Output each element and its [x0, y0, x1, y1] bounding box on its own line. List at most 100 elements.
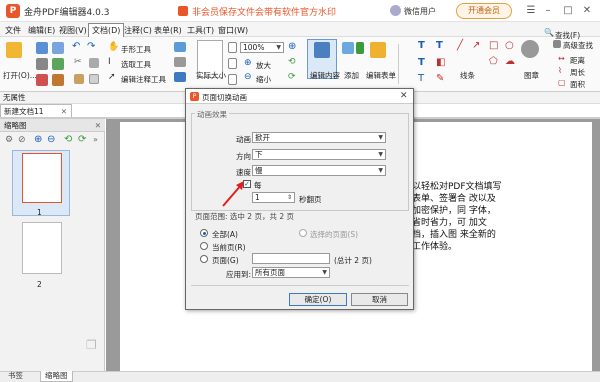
advanced-find-icon[interactable]: [553, 40, 561, 48]
menu-comment[interactable]: 注释(C): [124, 25, 152, 36]
menu-tools[interactable]: 工具(T): [187, 25, 214, 36]
strikeout-icon[interactable]: T: [418, 73, 424, 84]
speed-select[interactable]: 慢 ▼: [252, 165, 386, 176]
direction-select[interactable]: 下 ▼: [252, 149, 386, 160]
callout-icon[interactable]: ◧: [436, 57, 445, 68]
thumbnail-page-1[interactable]: [22, 153, 62, 203]
find-arrow-icon[interactable]: 🔍: [544, 28, 554, 37]
dialog-close-icon[interactable]: ✕: [400, 91, 408, 101]
range-current-label[interactable]: 当前页(R): [212, 242, 246, 253]
text-tool-icon[interactable]: T: [418, 40, 425, 51]
save-as-icon[interactable]: [52, 42, 64, 54]
zoom-out-button[interactable]: 缩小: [256, 74, 271, 85]
image-icon[interactable]: [342, 42, 354, 54]
range-all-radio[interactable]: [200, 229, 208, 237]
range-selected-radio[interactable]: [299, 229, 307, 237]
menu-window[interactable]: 窗口(W): [218, 25, 248, 36]
minimize-icon[interactable]: –: [543, 5, 553, 16]
range-pages-label[interactable]: 页面(G): [212, 255, 239, 266]
email-icon[interactable]: [36, 74, 48, 86]
watermark-warning[interactable]: 非会员保存文件会带有软件官方水印: [178, 5, 336, 18]
open-folder-icon[interactable]: [6, 42, 22, 58]
edit-annotation-button[interactable]: 编辑注释工具: [121, 74, 166, 85]
close-icon[interactable]: ✕: [582, 5, 592, 16]
area-icon[interactable]: ▢: [558, 78, 566, 87]
select-icon[interactable]: [174, 72, 186, 82]
paste-icon[interactable]: [74, 74, 84, 84]
perimeter-icon[interactable]: ⌇: [558, 66, 562, 75]
fit-visible-icon[interactable]: [228, 74, 237, 85]
print-icon[interactable]: [36, 58, 48, 70]
user-account[interactable]: 微信用户: [390, 5, 436, 17]
fit-width-icon[interactable]: [228, 58, 237, 69]
zoom-in-plus-icon[interactable]: ⊕: [288, 41, 296, 52]
menu-document[interactable]: 文档(D): [88, 23, 125, 38]
ellipse-icon[interactable]: ○: [505, 40, 514, 51]
arrow-icon[interactable]: ↗: [472, 40, 480, 51]
line-icon[interactable]: ╱: [457, 40, 463, 51]
settings-gear-icon[interactable]: ⚙: [5, 135, 13, 145]
thumbnail-page-2[interactable]: [22, 222, 62, 274]
range-all-label[interactable]: 全部(A): [212, 229, 238, 240]
redo-icon[interactable]: ↷: [87, 41, 95, 52]
menu-file[interactable]: 文件: [5, 25, 21, 36]
advanced-find-button[interactable]: 高级查找: [563, 40, 593, 51]
rectangle-icon[interactable]: □: [489, 40, 498, 51]
stepper-arrows-icon[interactable]: ⇕: [287, 193, 292, 202]
area-button[interactable]: 面积: [570, 79, 585, 90]
pages-input[interactable]: [252, 253, 330, 264]
thumb-zoom-in-icon[interactable]: ⊕: [34, 134, 42, 145]
maximize-icon[interactable]: □: [563, 5, 573, 16]
select-text-icon[interactable]: I: [108, 57, 111, 67]
range-current-radio[interactable]: [200, 242, 208, 250]
stamp-button[interactable]: 图章: [524, 70, 539, 81]
add-icon[interactable]: [356, 42, 364, 54]
animation-select[interactable]: 掀开 ▼: [252, 132, 386, 143]
stamp-icon[interactable]: [521, 40, 539, 58]
snapshot-icon[interactable]: [174, 42, 186, 52]
range-pages-radio[interactable]: [200, 255, 208, 263]
zoom-select[interactable]: 100% ▼: [240, 42, 284, 53]
tab-thumbnails[interactable]: 缩略图: [40, 371, 73, 382]
fit-page-icon[interactable]: [228, 42, 237, 53]
hand-tool-icon[interactable]: ✋: [108, 42, 119, 52]
vip-button[interactable]: 开通会员: [456, 3, 512, 19]
edit-content-button[interactable]: 编辑内容: [310, 70, 340, 81]
seconds-stepper[interactable]: 1 ⇕: [252, 192, 295, 203]
thumb-rotate-left-icon[interactable]: ⟲: [64, 134, 72, 145]
more-icon[interactable]: »: [93, 135, 98, 144]
typewriter-icon[interactable]: T: [418, 57, 425, 68]
skin-icon[interactable]: ☰: [526, 5, 536, 16]
menu-view[interactable]: 视图(V): [59, 25, 87, 36]
pencil-icon[interactable]: ✎: [436, 73, 444, 84]
zoom-in-button[interactable]: 放大: [256, 60, 271, 71]
delete-icon[interactable]: [89, 74, 99, 84]
hand-tool-button[interactable]: 手形工具: [121, 44, 151, 55]
cut-icon[interactable]: ✂: [74, 57, 82, 67]
document-tab[interactable]: 新建文档11 ✕: [0, 104, 72, 118]
camera-icon[interactable]: [174, 57, 186, 67]
add-button[interactable]: 添加: [344, 70, 359, 81]
thumb-zoom-out-icon[interactable]: ⊖: [47, 134, 55, 145]
lines-button[interactable]: 线条: [460, 70, 475, 81]
delete-page-icon[interactable]: ⊘: [18, 135, 26, 145]
zoom-in-icon[interactable]: ⊕: [244, 58, 252, 68]
menu-form[interactable]: 表单(R): [154, 25, 182, 36]
copy-icon[interactable]: [89, 58, 99, 68]
tab-bookmarks[interactable]: 书签: [4, 371, 27, 382]
cancel-button[interactable]: 取消: [351, 293, 408, 306]
arrow-cursor-icon[interactable]: ➚: [108, 72, 116, 82]
undo-icon[interactable]: ↶: [72, 41, 80, 52]
apply-to-select[interactable]: 所有页面 ▼: [252, 267, 330, 278]
save-icon[interactable]: [36, 42, 48, 54]
menu-edit[interactable]: 编辑(E): [28, 25, 55, 36]
cloud-icon[interactable]: ☁: [505, 56, 515, 67]
perimeter-button[interactable]: 周长: [570, 67, 585, 78]
actual-size-button[interactable]: 实际大小: [196, 70, 226, 81]
open-button-label[interactable]: 打开(O)...: [3, 70, 37, 81]
text-box-icon[interactable]: T: [436, 40, 443, 51]
edit-form-icon[interactable]: [370, 42, 386, 58]
zoom-out-icon[interactable]: ⊖: [244, 72, 252, 82]
export-icon[interactable]: [52, 58, 64, 70]
select-text-button[interactable]: 选取工具: [121, 59, 151, 70]
